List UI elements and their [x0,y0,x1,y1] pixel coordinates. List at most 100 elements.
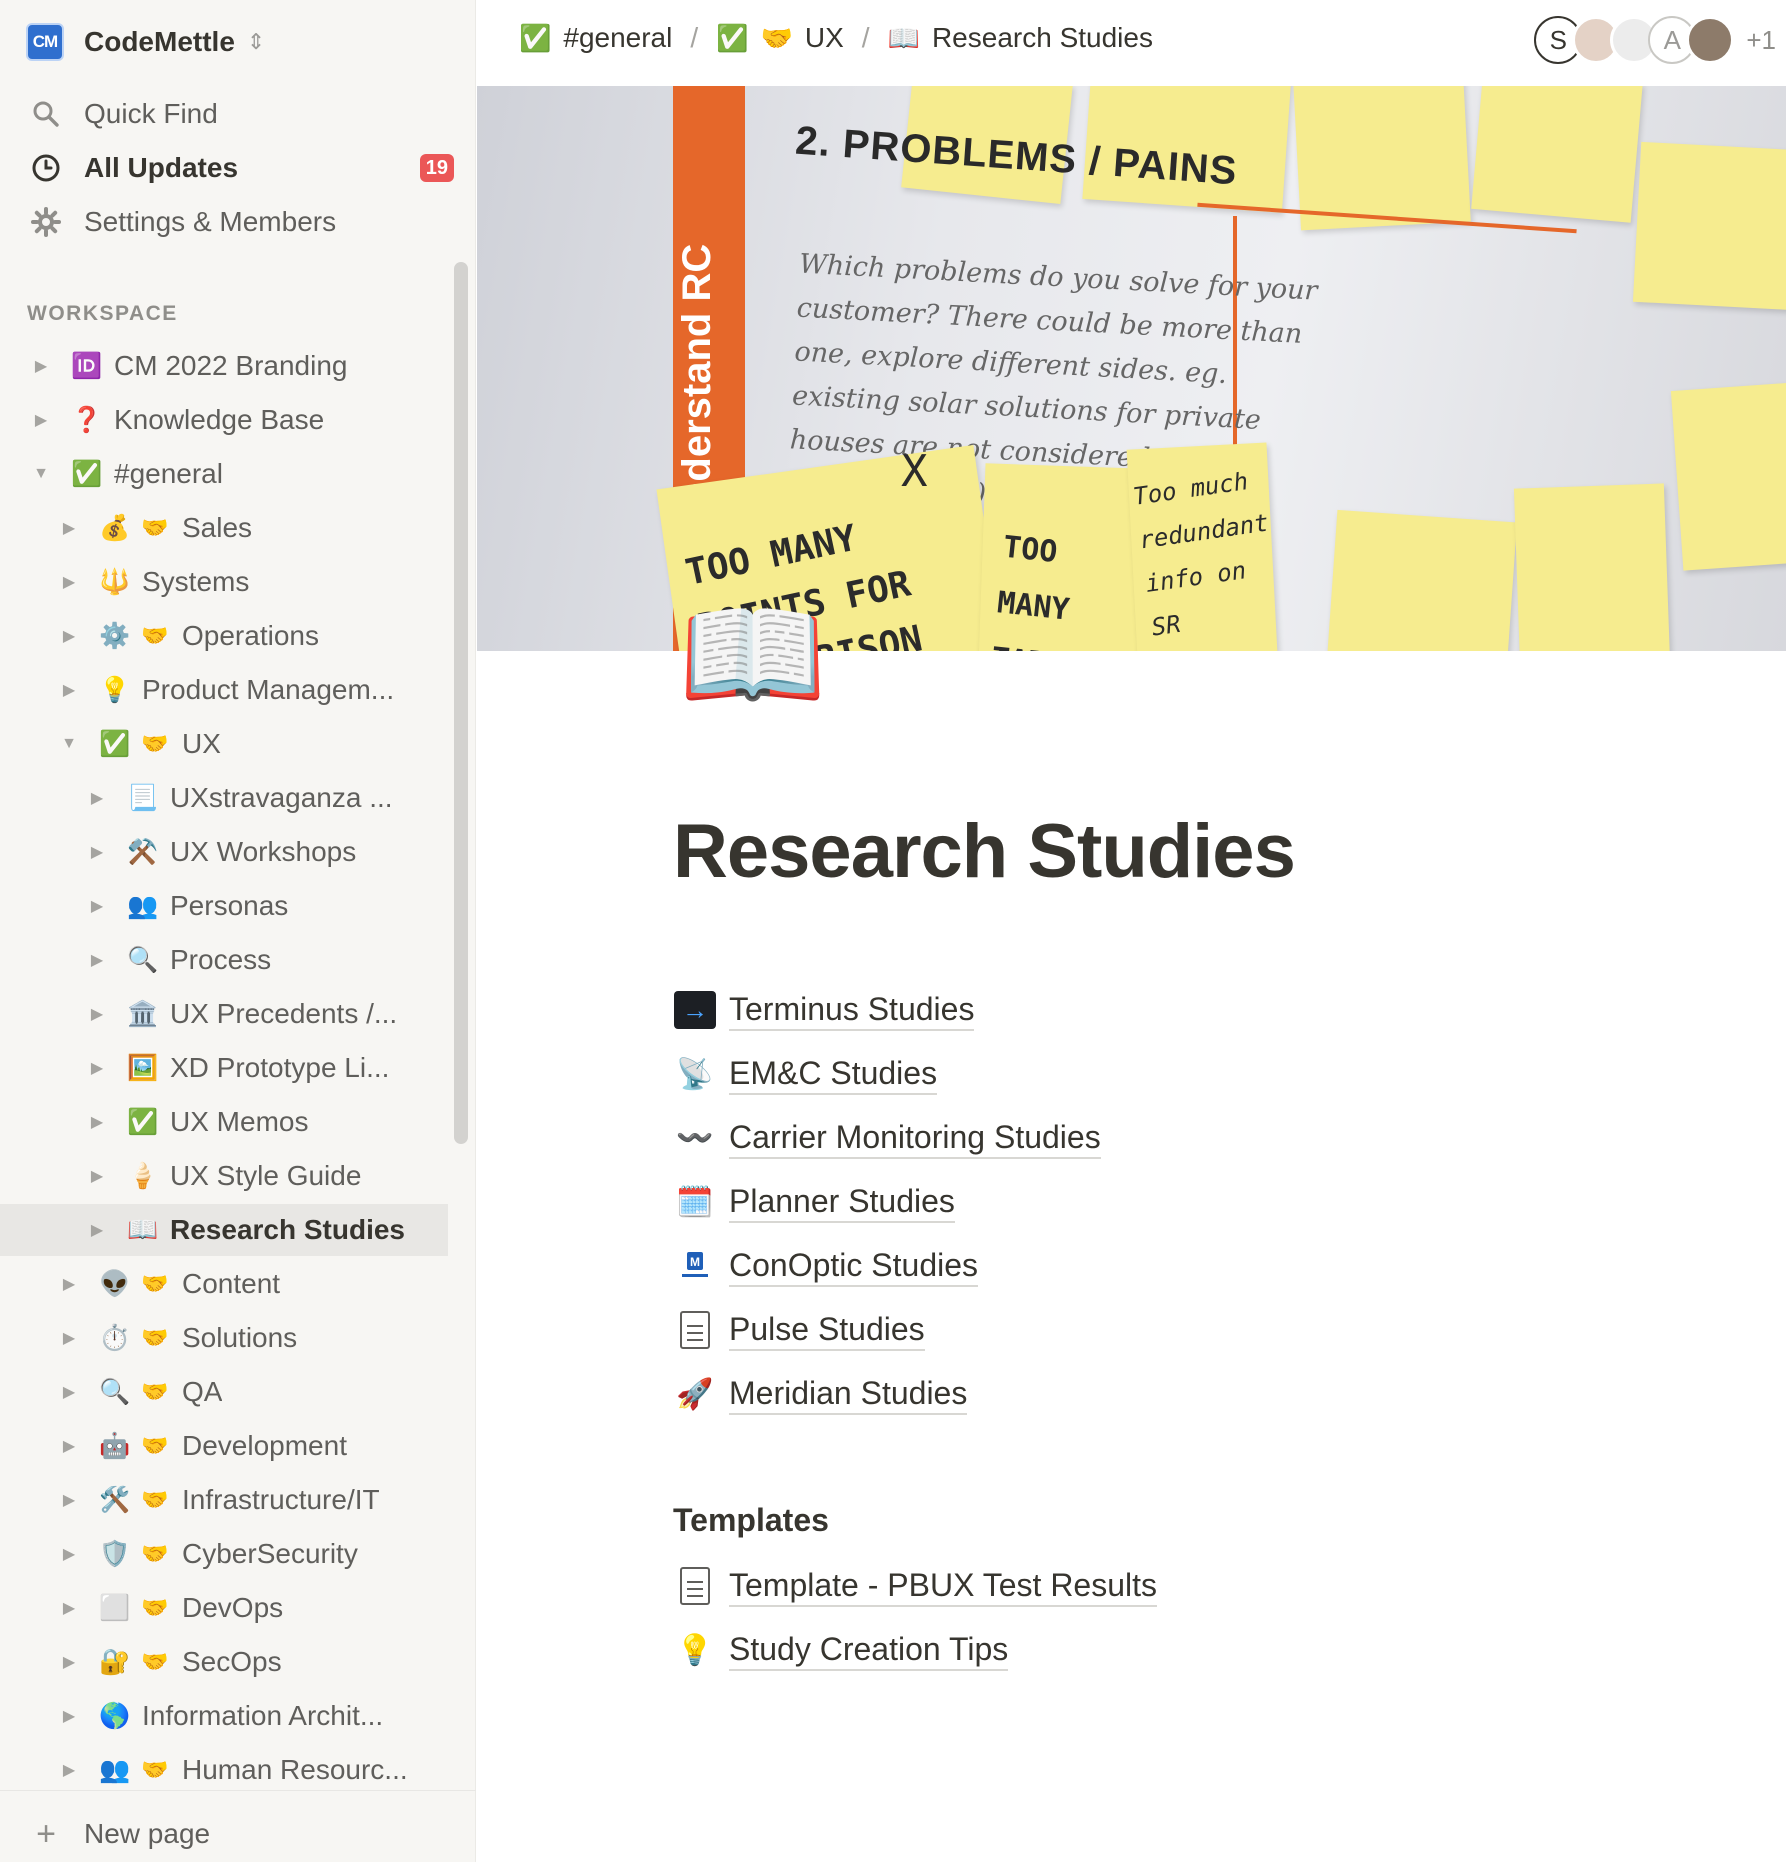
page-link-terminus[interactable]: → Terminus Studies [673,984,975,1036]
caret-right-icon[interactable]: ▶ [86,788,108,808]
page-emoji-icon: ⬜ [99,1593,131,1622]
page-link-pulse[interactable]: Pulse Studies [673,1304,925,1356]
sidebar-tree-item[interactable]: ▶ ⬜ 🤝 DevOps [0,1582,448,1634]
sidebar-tree-item[interactable]: ▶ ⏱️ 🤝 Solutions [0,1312,448,1364]
caret-right-icon[interactable]: ▶ [58,1436,80,1456]
breadcrumb-label: Research Studies [931,22,1153,53]
page-link-conoptic[interactable]: M ConOptic Studies [673,1240,979,1292]
sidebar-tree-item[interactable]: ▶ 📃 UXstravaganza ... [0,772,448,824]
sidebar-tree-item[interactable]: ▼ ✅ 🤝 UX [0,718,448,770]
caret-right-icon[interactable]: ▶ [58,1544,80,1564]
page-emoji-icon: 🔍 [127,945,159,974]
page-emoji-icon: ✅ [99,729,131,758]
caret-right-icon[interactable]: ▶ [58,626,80,646]
avatar-photo[interactable] [1686,16,1735,64]
templates-heading: Templates [673,1502,829,1538]
cover-image[interactable]: nderstand RC 2. PROBLEMS / PAINS Which p… [477,86,1786,651]
workspace-switcher[interactable]: CM CodeMettle ⇕ [26,20,265,64]
quick-find-button[interactable]: Quick Find [26,92,456,136]
sidebar-tree-item[interactable]: ▶ 💡 Product Managem... [0,664,448,716]
sidebar-tree-item[interactable]: ▶ 🍦 UX Style Guide [0,1150,448,1202]
page-link-carrier-monitoring[interactable]: 〰️ Carrier Monitoring Studies [673,1112,1101,1164]
caret-right-icon[interactable]: ▶ [30,356,52,376]
breadcrumb-item-ux[interactable]: ✅ 🤝 UX [716,22,844,54]
page-link-meridian[interactable]: 🚀 Meridian Studies [673,1368,968,1420]
page-emoji-icon[interactable]: 📖 [678,590,827,720]
caret-right-icon[interactable]: ▶ [30,410,52,430]
stripe-text: nderstand RC [675,243,719,506]
caret-right-icon[interactable]: ▶ [58,1652,80,1672]
more-collaborators-count[interactable]: +1 [1746,25,1776,56]
caret-down-icon[interactable]: ▼ [30,465,52,483]
sidebar-tree-item[interactable]: ▶ 🔍 Process [0,934,448,986]
caret-right-icon[interactable]: ▶ [58,1706,80,1726]
breadcrumb: ✅ #general / ✅ 🤝 UX / 📖 Research Studies [519,22,1153,54]
caret-right-icon[interactable]: ▶ [86,1004,108,1024]
page-link-study-creation-tips[interactable]: 💡 Study Creation Tips [673,1624,1009,1676]
page-link-planner[interactable]: 🗓️ Planner Studies [673,1176,955,1228]
page-link-label: Carrier Monitoring Studies [729,1117,1101,1159]
settings-members-button[interactable]: Settings & Members [26,200,456,244]
page-link-emc[interactable]: 📡 EM&C Studies [673,1048,938,1100]
plus-icon: + [36,1814,56,1853]
sidebar-tree-item[interactable]: ▶ 📖 Research Studies [0,1204,448,1256]
sidebar-tree-item[interactable]: ▼ ✅ #general [0,448,448,500]
svg-text:M: M [690,1255,700,1269]
caret-right-icon[interactable]: ▶ [86,842,108,862]
caret-down-icon[interactable]: ▼ [58,735,80,753]
sidebar-tree-item[interactable]: ▶ 🛠️ 🤝 Infrastructure/IT [0,1474,448,1526]
sidebar-tree-item[interactable]: ▶ 🤖 🤝 Development [0,1420,448,1472]
caret-right-icon[interactable]: ▶ [58,680,80,700]
caret-right-icon[interactable]: ▶ [58,1382,80,1402]
caret-right-icon[interactable]: ▶ [86,896,108,916]
breadcrumb-item-research-studies[interactable]: 📖 Research Studies [888,22,1153,54]
caret-right-icon[interactable]: ▶ [86,1112,108,1132]
open-book-icon: 📖 [887,22,920,53]
breadcrumb-separator: / [861,22,870,53]
page-link-label: ConOptic Studies [729,1245,979,1287]
sidebar-tree-item[interactable]: ▶ ✅ UX Memos [0,1096,448,1148]
handshake-icon: 🤝 [141,1541,169,1566]
sidebar-tree-item[interactable]: ▶ 👥 🤝 Human Resourc... [0,1744,448,1796]
sidebar-scrollbar[interactable] [454,262,468,1144]
caret-right-icon[interactable]: ▶ [58,1328,80,1348]
page-link-template-pbux[interactable]: Template - PBUX Test Results [673,1560,1158,1612]
caret-right-icon[interactable]: ▶ [86,1220,108,1240]
sidebar-tree-label: #general [114,458,223,489]
sidebar-tree-item[interactable]: ▶ 🔱 Systems [0,556,448,608]
sidebar-tree-item[interactable]: ▶ ❓ Knowledge Base [0,394,448,446]
sidebar-tree-label: Process [170,944,272,975]
sidebar-tree-item[interactable]: ▶ ⚙️ 🤝 Operations [0,610,448,662]
page-title[interactable]: Research Studies [673,808,1296,895]
handshake-icon: 🤝 [141,731,169,756]
handshake-icon: 🤝 [141,1595,169,1620]
caret-right-icon[interactable]: ▶ [86,1058,108,1078]
sidebar-tree-item[interactable]: ▶ 🔍 🤝 QA [0,1366,448,1418]
sidebar-tree-label: Solutions [182,1322,298,1353]
sidebar-tree-item[interactable]: ▶ 👽 🤝 Content [0,1258,448,1310]
caret-right-icon[interactable]: ▶ [58,1274,80,1294]
sidebar-tree-item[interactable]: ▶ 🏛️ UX Precedents /... [0,988,448,1040]
sidebar-tree-item[interactable]: ▶ 🌎 Information Archit... [0,1690,448,1742]
sidebar-tree-item[interactable]: ▶ 🛡️ 🤝 CyberSecurity [0,1528,448,1580]
breadcrumb-item-general[interactable]: ✅ #general [519,22,672,54]
caret-right-icon[interactable]: ▶ [58,1598,80,1618]
caret-right-icon[interactable]: ▶ [58,1490,80,1510]
caret-right-icon[interactable]: ▶ [58,518,80,538]
caret-right-icon[interactable]: ▶ [86,950,108,970]
presence-avatars[interactable]: S A +1 [1534,16,1776,64]
sidebar-tree-item[interactable]: ▶ 🔐 🤝 SecOps [0,1636,448,1688]
sidebar-tree-item[interactable]: ▶ 👥 Personas [0,880,448,932]
sidebar-tree-item[interactable]: ▶ 🖼️ XD Prototype Li... [0,1042,448,1094]
sidebar-tree-item[interactable]: ▶ 💰 🤝 Sales [0,502,448,554]
all-updates-button[interactable]: All Updates 19 [26,146,456,190]
caret-right-icon[interactable]: ▶ [58,572,80,592]
sidebar-tree-item[interactable]: ▶ ⚒️ UX Workshops [0,826,448,878]
sidebar-tree-label: Development [182,1430,347,1461]
sidebar-tree-item[interactable]: ▶ 🆔 CM 2022 Branding [0,340,448,392]
new-page-button[interactable]: + New page [26,1812,210,1856]
caret-right-icon[interactable]: ▶ [86,1166,108,1186]
caret-right-icon[interactable]: ▶ [58,1760,80,1780]
sticky-note [1632,141,1786,311]
sticky-note [1326,509,1518,651]
